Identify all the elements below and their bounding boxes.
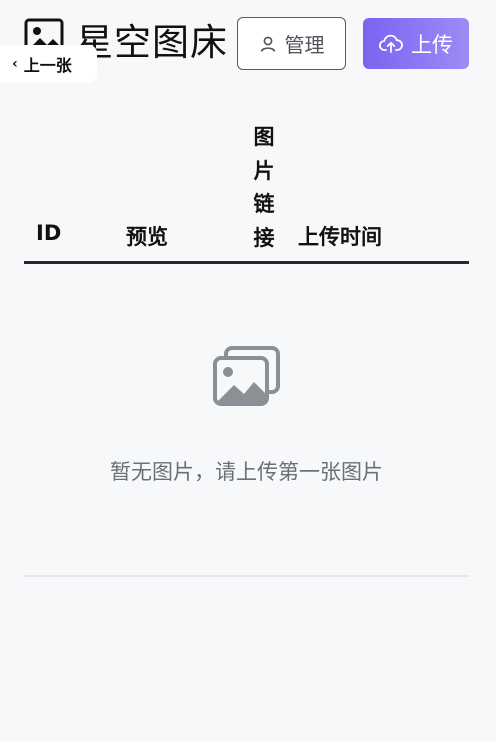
previous-button-label: 上一张 [23,55,72,75]
upload-button-label: 上传 [411,32,453,57]
column-header-preview[interactable]: 预览 [126,221,168,251]
table-header: ID 预览 图 片 链 接 上传时间 [24,115,469,263]
user-icon [260,36,275,52]
app-title: 星空图床 [76,21,228,64]
column-header-link[interactable]: 图 片 链 接 [252,121,276,255]
app-header: 星空图床 ‹ 上一张 管理 上传 [0,0,496,90]
column-header-link-char: 链 [253,192,275,216]
images-icon [213,346,280,406]
empty-state-message: 暂无图片，请上传第一张图片 [110,460,383,484]
empty-state: 暂无图片，请上传第一张图片 [24,264,469,576]
manage-button-label: 管理 [284,33,325,57]
column-header-link-char: 片 [253,158,275,183]
manage-button[interactable]: 管理 [237,17,346,70]
previous-button[interactable]: ‹ 上一张 [0,45,97,82]
cloud-upload-icon [379,34,403,53]
chevron-left-icon: ‹ [12,55,18,72]
column-header-link-char: 接 [253,225,275,250]
column-header-link-char: 图 [253,125,275,149]
column-header-upload-time[interactable]: 上传时间 [298,221,382,251]
upload-button[interactable]: 上传 [363,18,469,69]
table-footer-divider [24,575,469,577]
column-header-id[interactable]: ID [36,221,61,245]
